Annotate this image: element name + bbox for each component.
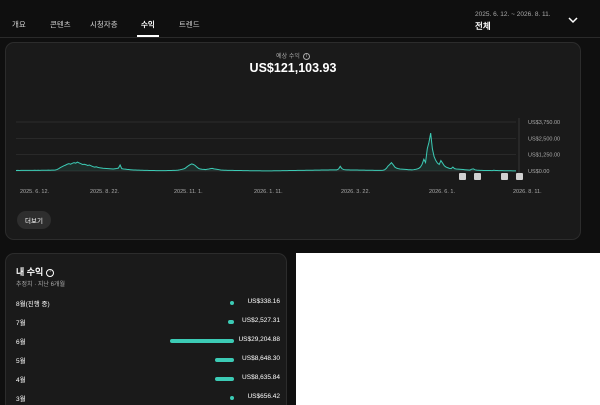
earnings-row[interactable]: 6월 US$29,204.88 xyxy=(16,336,280,348)
earnings-month: 6월 xyxy=(16,339,26,346)
video-marker-icon[interactable] xyxy=(459,173,466,180)
my-earnings-card: 내 수익 · 추정치 · 지난 6개월 8월(진행 중) US$338.16 7월 US… xyxy=(5,253,287,405)
video-marker-icon[interactable] xyxy=(516,173,523,180)
revenue-line-chart[interactable]: US$0.00 US$1,250.00 US$2,500.00 US$3,750.00… xyxy=(6,43,582,208)
earnings-title: 내 수익 · xyxy=(16,265,55,278)
video-marker-icon[interactable] xyxy=(474,173,481,180)
earnings-bar xyxy=(170,339,234,343)
earnings-amount: US$656.42 xyxy=(247,393,280,400)
earnings-bar xyxy=(215,358,234,362)
earnings-row[interactable]: 3월 US$656.42 xyxy=(16,393,280,405)
earnings-month: 8월(진행 중) xyxy=(16,301,50,308)
earnings-month: 5월 xyxy=(16,358,26,365)
earnings-amount: US$2,527.31 xyxy=(242,317,280,324)
earnings-month: 4월 xyxy=(16,377,26,384)
date-range-value[interactable]: 전체 xyxy=(475,20,491,32)
x-tick-label: 2026. 6. 1. xyxy=(429,189,455,195)
y-tick-label: US$3,750.00 xyxy=(528,120,560,126)
earnings-row[interactable]: 4월 US$8,635.84 xyxy=(16,374,280,386)
active-tab-indicator xyxy=(137,35,159,37)
clock-icon[interactable]: · xyxy=(46,268,55,277)
x-tick-label: 2025. 11. 1. xyxy=(174,189,203,195)
y-tick-label: US$0.00 xyxy=(528,169,549,175)
revenue-chart-card: 예상 수익 i US$121,103.93 US$0.00 US$1,250.00 U… xyxy=(5,42,581,240)
earnings-amount: US$8,635.84 xyxy=(242,374,280,381)
x-tick-label: 2026. 1. 11. xyxy=(254,189,283,195)
more-button[interactable]: 더보기 xyxy=(17,211,51,229)
tab-trends[interactable]: 트렌드 xyxy=(179,19,200,30)
tab-revenue[interactable]: 수익 xyxy=(141,19,155,30)
earnings-bar xyxy=(230,396,234,400)
y-tick-label: US$2,500.00 xyxy=(528,136,560,142)
earnings-bar xyxy=(228,320,234,324)
blank-panel xyxy=(296,253,600,405)
earnings-title-text: 내 수익 xyxy=(16,267,44,277)
date-range-label[interactable]: 2025. 6. 12. ~ 2026. 8. 11. xyxy=(475,11,551,18)
x-tick-label: 2025. 8. 22. xyxy=(90,189,120,195)
tab-audience[interactable]: 시청자층 xyxy=(90,19,118,30)
tab-content[interactable]: 콘텐츠 xyxy=(50,19,71,30)
chevron-down-icon[interactable] xyxy=(566,13,580,27)
earnings-row[interactable]: 7월 US$2,527.31 xyxy=(16,317,280,329)
video-marker-icon[interactable] xyxy=(501,173,508,180)
x-tick-label: 2026. 3. 22. xyxy=(341,189,371,195)
earnings-bar xyxy=(215,377,234,381)
x-tick-label: 2025. 6. 12. xyxy=(20,189,50,195)
earnings-month: 7월 xyxy=(16,320,26,327)
earnings-amount: US$29,204.88 xyxy=(238,336,280,343)
earnings-month: 3월 xyxy=(16,396,26,403)
earnings-amount: US$8,648.30 xyxy=(242,355,280,362)
earnings-amount: US$338.16 xyxy=(247,298,280,305)
top-nav: 개요 콘텐츠 시청자층 수익 트렌드 2025. 6. 12. ~ 2026. … xyxy=(0,0,600,38)
earnings-row[interactable]: 8월(진행 중) US$338.16 xyxy=(16,298,280,310)
x-tick-label: 2026. 8. 11. xyxy=(513,189,542,195)
tab-overview[interactable]: 개요 xyxy=(12,19,26,30)
y-tick-label: US$1,250.00 xyxy=(528,153,560,159)
earnings-subtitle: 추정치 · 지난 6개월 xyxy=(16,282,65,288)
earnings-bar xyxy=(230,301,234,305)
earnings-row[interactable]: 5월 US$8,648.30 xyxy=(16,355,280,367)
